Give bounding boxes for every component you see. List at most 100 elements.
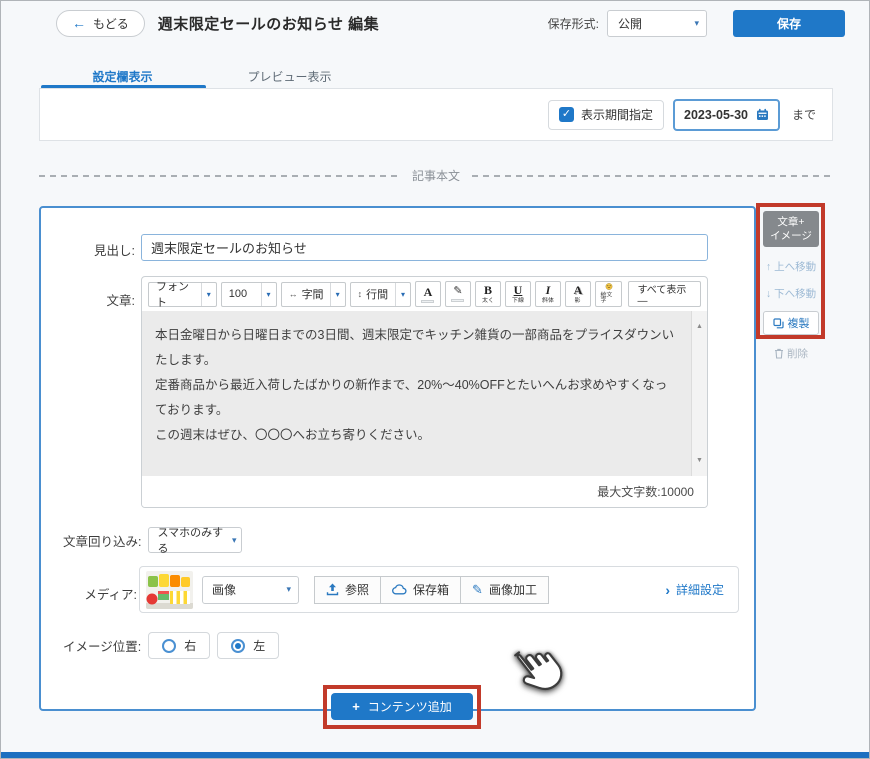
line-spacing-icon: ↕ (358, 289, 363, 299)
emoji-button[interactable]: 絵文字 (595, 281, 622, 307)
caret-down-icon: ▾ (201, 283, 216, 306)
divider-dash-left (39, 175, 400, 177)
italic-glyph: I (546, 284, 551, 296)
scroll-up-icon[interactable]: ▲ (696, 314, 703, 339)
cloud-icon (392, 584, 407, 595)
shadow-button[interactable]: A 影 (565, 281, 591, 307)
body-textarea[interactable]: 本日金曜日から日曜日までの3日間、週末限定でキッチン雑貨の一部商品をプライスダウ… (142, 311, 707, 476)
char-spacing-select[interactable]: ↔ 字間 ▾ (281, 282, 346, 307)
highlight-color-swatch (451, 299, 464, 302)
save-button[interactable]: 保存 (733, 10, 845, 37)
add-content-button[interactable]: + コンテンツ追加 (331, 693, 473, 720)
caret-down-icon: ▾ (286, 584, 291, 595)
tab-preview-view[interactable]: プレビュー表示 (206, 62, 373, 91)
text-wrap-select[interactable]: スマホのみする ▾ (148, 527, 242, 553)
display-period-checkbox-group[interactable]: ✓ 表示期間指定 (548, 100, 664, 130)
bold-glyph: B (484, 284, 492, 296)
move-up-button[interactable]: ↑ 上へ移動 (763, 259, 819, 274)
show-all-tools-button[interactable]: すべて表示— (628, 281, 701, 307)
font-family-value: フォント (156, 278, 197, 310)
bottom-accent-bar (1, 752, 869, 758)
media-thumbnail-image[interactable] (146, 571, 193, 609)
content-block-panel: 見出し: 週末限定セールのお知らせ 文章: フォント ▾ 100 ▾ ↔ 字間 … (39, 206, 756, 711)
emoji-smiley-icon (603, 283, 615, 290)
caret-down-icon: ▾ (232, 535, 237, 546)
down-arrow-icon: ↓ (766, 288, 771, 300)
image-edit-label: 画像加工 (489, 581, 537, 598)
body-label: 文章: (41, 290, 135, 309)
browse-label: 参照 (345, 581, 369, 598)
media-row: 画像 ▾ 参照 保存箱 ✎ 画像加工 › 詳細設定 (139, 566, 739, 613)
caret-down-icon: ▾ (261, 283, 276, 306)
textarea-scrollbar[interactable]: ▲ ▼ (691, 311, 707, 476)
image-position-row: イメージ位置: 右 左 (63, 632, 279, 659)
calendar-icon[interactable] (756, 108, 769, 121)
caret-down-icon: ▾ (395, 283, 410, 306)
delete-label: 削除 (787, 346, 808, 361)
block-type-button[interactable]: 文章+ イメージ (763, 211, 819, 247)
delete-button[interactable]: 削除 (763, 346, 819, 361)
font-size-select[interactable]: 100 ▾ (221, 282, 277, 307)
position-right-option[interactable]: 右 (148, 632, 210, 659)
underline-sub-label: 下線 (512, 298, 524, 304)
body-text-line: 定番商品から最近入荷したばかりの新作まで、20%～40%OFFとたいへんお求めや… (155, 373, 679, 423)
char-spacing-icon: ↔ (289, 289, 298, 299)
bold-button[interactable]: B 太く (475, 281, 501, 307)
save-format-label: 保存形式: (548, 15, 599, 32)
position-left-option[interactable]: 左 (217, 632, 279, 659)
heading-input[interactable]: 週末限定セールのお知らせ (141, 234, 708, 261)
divider-label: 記事本文 (412, 167, 460, 184)
position-right-label: 右 (184, 637, 196, 654)
radio-checked-icon[interactable] (231, 639, 245, 653)
article-body-divider: 記事本文 (39, 167, 833, 184)
save-format-select[interactable]: 公開 ▾ (607, 10, 707, 37)
text-wrap-value: スマホのみする (157, 524, 224, 556)
back-button[interactable]: ← もどる (56, 10, 145, 37)
add-content-label: コンテンツ追加 (368, 698, 452, 715)
scroll-down-icon[interactable]: ▼ (696, 448, 703, 473)
italic-button[interactable]: I 斜体 (535, 281, 561, 307)
text-color-glyph: A (424, 286, 433, 298)
image-position-label: イメージ位置: (63, 636, 141, 655)
editor-toolbar: フォント ▾ 100 ▾ ↔ 字間 ▾ ↕ 行間 ▾ A ✎ (142, 277, 707, 311)
period-date-value: 2023-05-30 (684, 108, 748, 122)
char-spacing-value: 字間 (302, 286, 324, 302)
chevron-right-icon: › (665, 583, 670, 597)
move-down-button[interactable]: ↓ 下へ移動 (763, 286, 819, 301)
up-arrow-icon: ↑ (766, 261, 771, 273)
heading-label: 見出し: (41, 240, 135, 259)
radio-unchecked-icon[interactable] (162, 639, 176, 653)
italic-sub-label: 斜体 (542, 298, 554, 304)
line-spacing-select[interactable]: ↕ 行間 ▾ (350, 282, 411, 307)
checkbox-checked-icon[interactable]: ✓ (559, 107, 574, 122)
detail-settings-link[interactable]: › 詳細設定 (665, 581, 724, 598)
underline-glyph: U (514, 284, 523, 296)
highlight-button[interactable]: ✎ (445, 281, 471, 307)
shadow-sub-label: 影 (575, 298, 581, 304)
period-date-input[interactable]: 2023-05-30 (673, 99, 780, 131)
rich-text-editor: フォント ▾ 100 ▾ ↔ 字間 ▾ ↕ 行間 ▾ A ✎ (141, 276, 708, 508)
storage-box-button[interactable]: 保存箱 (380, 576, 461, 604)
upload-icon (326, 583, 339, 596)
heading-value: 週末限定セールのお知らせ (151, 238, 307, 257)
font-family-select[interactable]: フォント ▾ (148, 282, 217, 307)
trash-icon (774, 348, 784, 359)
body-text-line: 本日金曜日から日曜日までの3日間、週末限定でキッチン雑貨の一部商品をプライスダウ… (155, 323, 679, 373)
back-button-label: もどる (93, 15, 129, 32)
duplicate-label: 複製 (788, 315, 810, 331)
image-edit-button[interactable]: ✎ 画像加工 (460, 576, 549, 604)
save-format-value: 公開 (618, 15, 642, 32)
emoji-sub-label: 絵文字 (600, 292, 617, 304)
text-wrap-row: 文章回り込み: スマホのみする ▾ (63, 527, 242, 553)
media-type-select[interactable]: 画像 ▾ (202, 576, 299, 604)
duplicate-button[interactable]: 複製 (763, 311, 819, 335)
block-side-panel: 文章+ イメージ ↑ 上へ移動 ↓ 下へ移動 複製 削除 (763, 211, 819, 361)
body-text-line: この週末はぜひ、〇〇〇へお立ち寄りください。 (155, 423, 679, 448)
bold-sub-label: 太く (482, 298, 494, 304)
underline-button[interactable]: U 下線 (505, 281, 531, 307)
copy-icon (773, 318, 784, 329)
text-color-button[interactable]: A (415, 281, 441, 307)
display-period-label: 表示期間指定 (581, 106, 653, 123)
browse-button[interactable]: 参照 (314, 576, 381, 604)
shadow-glyph: A (574, 284, 583, 296)
